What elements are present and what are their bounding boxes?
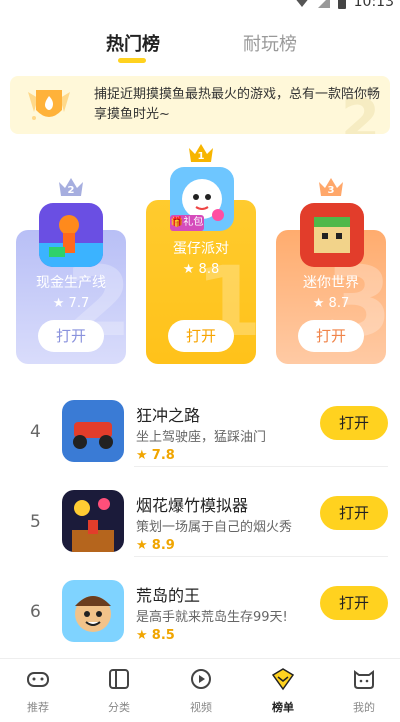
rank-number: 6 bbox=[30, 602, 41, 622]
nav-ranking[interactable]: 榜单 bbox=[253, 667, 313, 715]
game-icon-firework-sim[interactable] bbox=[62, 490, 124, 552]
nav-mine[interactable]: 我的 bbox=[334, 667, 394, 715]
rank-number: 5 bbox=[30, 512, 41, 532]
gift-pack-badge: 🎁礼包 bbox=[170, 215, 204, 231]
battery-icon bbox=[337, 0, 346, 9]
game-name: 迷你世界 bbox=[303, 275, 359, 291]
active-tab-indicator bbox=[118, 58, 146, 63]
nav-video[interactable]: 视频 bbox=[171, 667, 231, 715]
game-name: 烟花爆竹模拟器 bbox=[136, 496, 249, 515]
game-rating: ★ 8.9 bbox=[136, 538, 175, 553]
game-rating: ★ 7.7 bbox=[52, 296, 90, 311]
gamepad-icon bbox=[27, 672, 49, 687]
cell-signal-icon bbox=[317, 0, 330, 8]
open-button[interactable]: 打开 bbox=[320, 406, 388, 440]
game-desc: 策划一场属于自己的烟火秀 bbox=[136, 520, 293, 535]
nav-category[interactable]: 分类 bbox=[89, 667, 149, 715]
star-icon: ★ bbox=[136, 448, 148, 463]
game-name: 荒岛的王 bbox=[136, 586, 201, 605]
tab-long-play[interactable]: 耐玩榜 bbox=[243, 30, 297, 56]
open-button[interactable]: 打开 bbox=[168, 320, 234, 352]
game-icon-cash-line[interactable] bbox=[39, 203, 103, 267]
star-icon: ★ bbox=[136, 628, 148, 643]
game-rating: ★ 8.8 bbox=[182, 262, 220, 277]
rank-number: 4 bbox=[30, 422, 41, 442]
list-divider bbox=[134, 556, 388, 557]
game-icon-island-king[interactable] bbox=[62, 580, 124, 642]
game-rating: ★ 7.8 bbox=[136, 448, 175, 463]
game-rating: ★ 8.7 bbox=[312, 296, 350, 311]
bottom-nav: 推荐 分类 视频 榜单 我的 bbox=[0, 658, 400, 722]
ranking-tabs: 热门榜 耐玩榜 bbox=[0, 30, 400, 66]
nav-recommend[interactable]: 推荐 bbox=[8, 667, 68, 715]
wifi-icon bbox=[293, 0, 310, 7]
cat-face-icon bbox=[354, 670, 374, 689]
status-bar: 10:13 bbox=[0, 0, 400, 14]
crown-silver-icon: 2 bbox=[57, 176, 85, 198]
game-name: 狂冲之路 bbox=[136, 406, 201, 425]
ranking-icon bbox=[271, 668, 295, 691]
banner-text: 捕捉近期摸摸鱼最热最火的游戏，总有一款陪你畅享摸鱼时光~ bbox=[94, 87, 381, 122]
play-icon bbox=[191, 669, 211, 689]
game-name: 现金生产线 bbox=[36, 275, 106, 291]
open-button[interactable]: 打开 bbox=[298, 320, 364, 352]
open-button[interactable]: 打开 bbox=[320, 586, 388, 620]
game-desc: 坐上驾驶座，猛踩油门 bbox=[136, 430, 267, 445]
category-icon bbox=[109, 669, 129, 689]
tab-hot[interactable]: 热门榜 bbox=[106, 30, 160, 56]
game-desc: 是高手就来荒岛生存99天! bbox=[136, 610, 288, 625]
fire-badge-icon bbox=[28, 90, 70, 120]
info-banner: 2 捕捉近期摸摸鱼最热最火的游戏，总有一款陪你畅享摸鱼时光~ bbox=[10, 76, 390, 134]
star-icon: ★ bbox=[136, 538, 148, 553]
crown-bronze-icon: 3 bbox=[317, 176, 345, 198]
crown-gold-icon: 1 bbox=[187, 142, 215, 164]
open-button[interactable]: 打开 bbox=[320, 496, 388, 530]
open-button[interactable]: 打开 bbox=[38, 320, 104, 352]
gift-icon: 🎁 bbox=[170, 217, 184, 228]
game-rating: ★ 8.5 bbox=[136, 628, 175, 643]
game-icon-crazy-road[interactable] bbox=[62, 400, 124, 462]
list-divider bbox=[134, 466, 388, 467]
game-icon-mini-world[interactable] bbox=[300, 203, 364, 267]
status-time: 10:13 bbox=[353, 0, 394, 10]
game-name: 蛋仔派对 bbox=[173, 241, 229, 257]
